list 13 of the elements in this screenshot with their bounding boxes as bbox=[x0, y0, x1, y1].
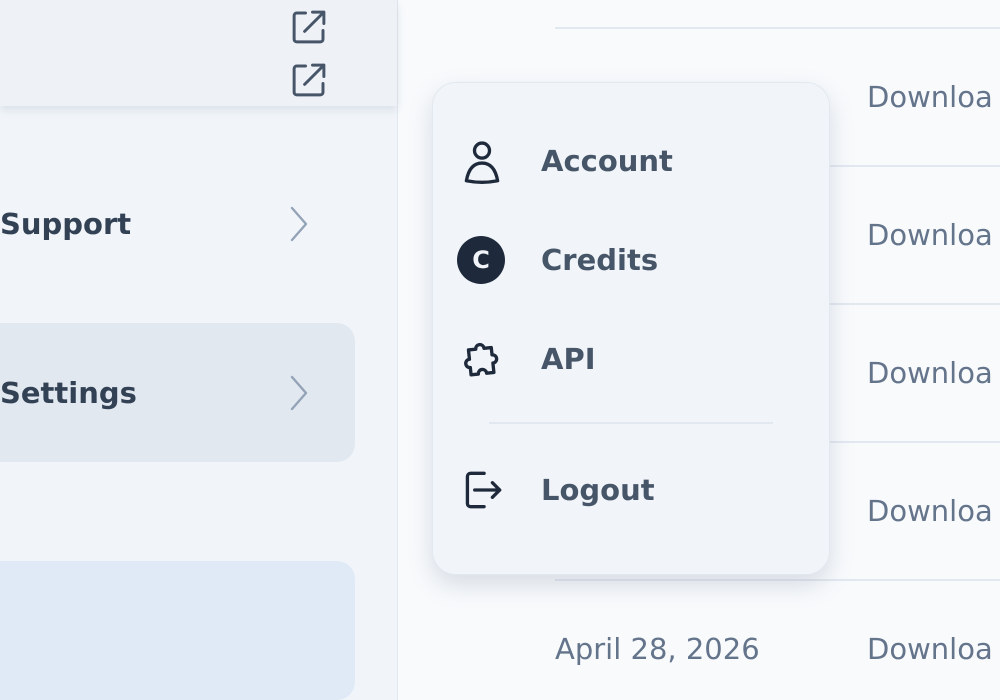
menu-item[interactable]: API bbox=[457, 309, 805, 408]
download-link[interactable]: Downloa bbox=[867, 494, 993, 528]
download-link[interactable]: Downloa bbox=[867, 632, 993, 666]
table-cell: April 28, 2026 bbox=[555, 632, 760, 666]
menu-item[interactable]: Logout bbox=[457, 440, 805, 540]
download-link[interactable]: Downloa bbox=[867, 218, 993, 252]
menu-item[interactable]: C Credits bbox=[457, 210, 805, 309]
sidebar-item[interactable]: Support bbox=[0, 154, 355, 293]
sidebar-item[interactable]: Settings bbox=[0, 323, 355, 462]
menu-item[interactable]: Account bbox=[457, 111, 805, 210]
coin-icon: C bbox=[457, 236, 505, 284]
download-link[interactable]: Downloa bbox=[867, 356, 993, 390]
download-link[interactable]: Downloa bbox=[867, 80, 993, 114]
